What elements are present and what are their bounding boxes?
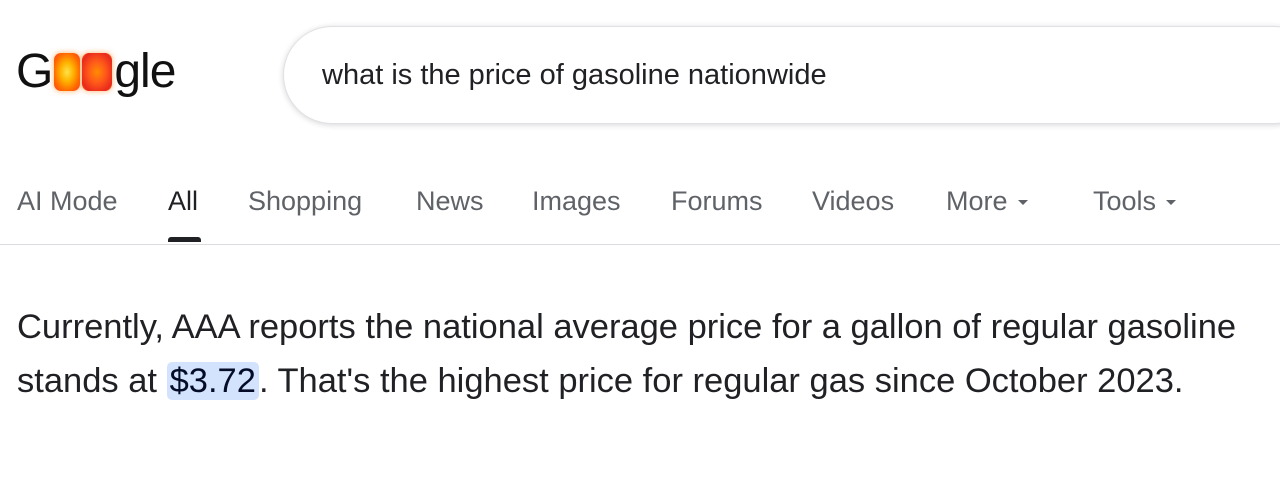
tab-forums[interactable]: Forums [671,186,763,217]
tab-news[interactable]: News [416,186,484,217]
tab-videos[interactable]: Videos [812,186,894,217]
flame-o-icon [82,53,113,91]
tab-label: AI Mode [17,186,118,216]
flaming-oo-doodle-icon [54,53,113,91]
tab-label: Videos [812,186,895,216]
tab-label: Images [532,186,621,216]
tab-label: All [168,186,199,216]
search-tabs-bar: AI Mode All Shopping News Images Forums … [0,170,1280,245]
featured-answer: Currently, AAA reports the national aver… [17,300,1267,408]
caret-down-icon [1017,200,1028,205]
answer-highlight-price: $3.72 [166,362,259,400]
search-input[interactable] [322,55,1222,95]
search-box[interactable] [283,26,1280,124]
flame-o-icon [54,53,81,91]
tab-tools[interactable]: Tools [1093,186,1177,217]
tab-all[interactable]: All [168,186,198,217]
answer-text: . That's the highest price for regular g… [258,362,1184,400]
tab-shopping[interactable]: Shopping [248,186,362,217]
tab-label: Shopping [248,186,363,216]
tab-label: Tools [1093,186,1157,216]
tab-more[interactable]: More [946,186,1028,217]
logo-letter-g: G [16,45,53,98]
tab-label: More [946,186,1008,216]
google-logo[interactable]: G gle [16,40,176,104]
tab-label: News [416,186,484,216]
caret-down-icon [1166,200,1177,205]
active-tab-indicator [168,237,201,242]
tab-images[interactable]: Images [532,186,621,217]
logo-letters-gle: gle [114,45,176,98]
tab-label: Forums [671,186,763,216]
tab-ai-mode[interactable]: AI Mode [17,186,118,217]
